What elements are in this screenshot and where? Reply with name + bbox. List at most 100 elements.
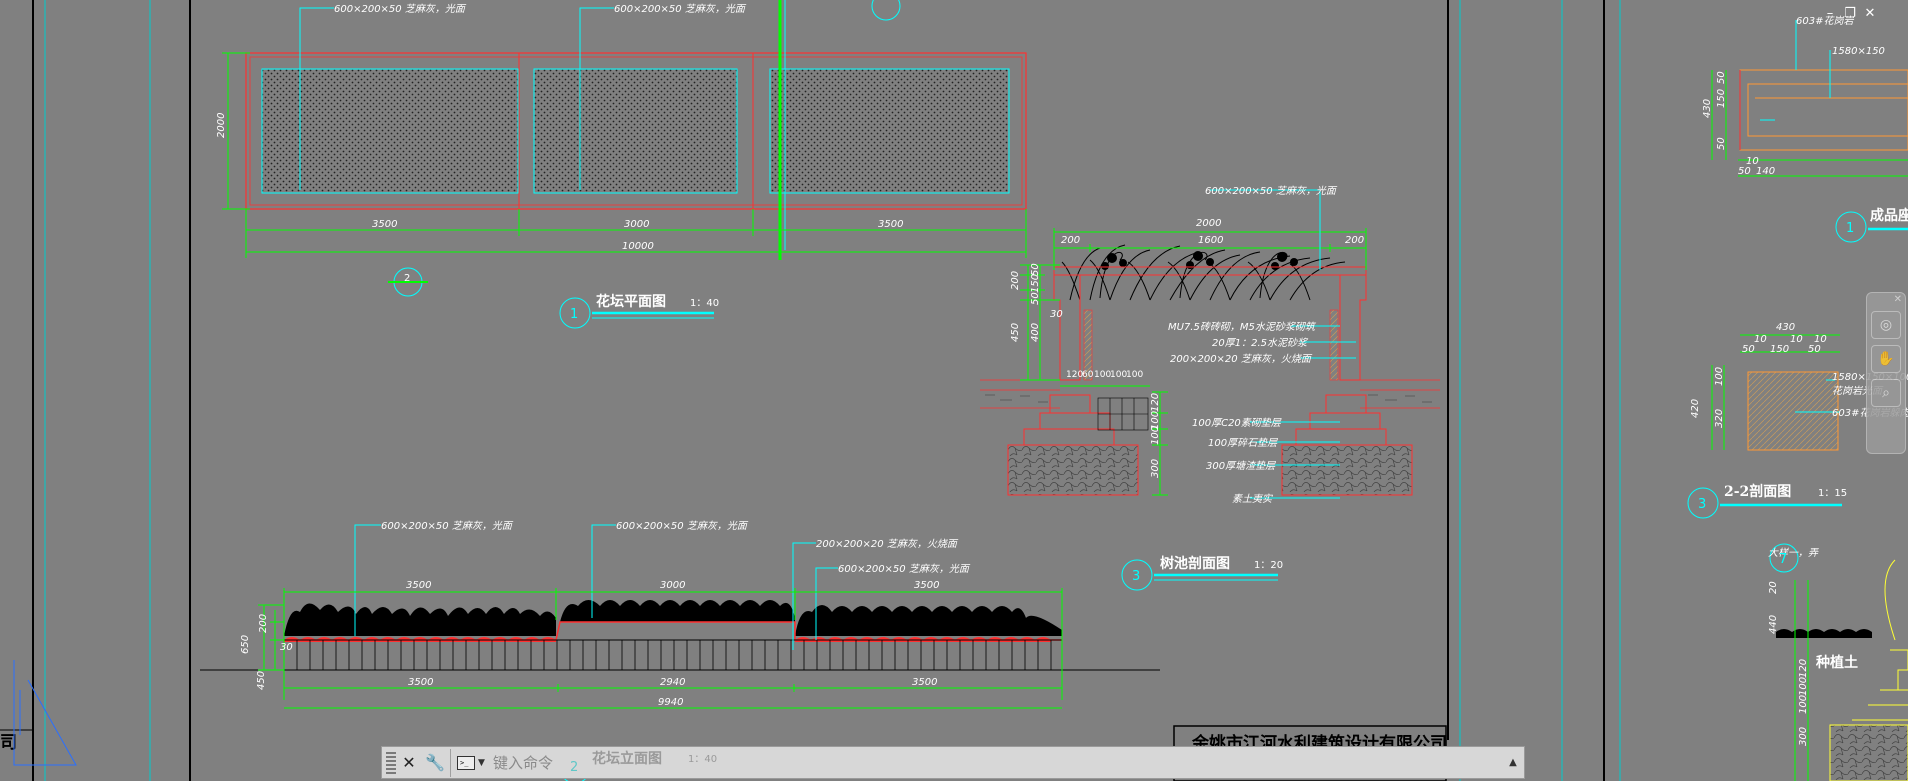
- pool-material-0: MU7.5砖砖砌，M5水泥砂浆砌筑: [1168, 321, 1317, 333]
- prompt-box-icon: >_: [457, 755, 476, 770]
- right-dim-18: 440: [1768, 615, 1779, 634]
- chevron-down-icon: ▼: [478, 757, 485, 768]
- elev-dim-left-2: 450: [256, 671, 267, 690]
- right-dim-6: 50: [1738, 166, 1751, 177]
- elev-dim-left-1: 650: [240, 635, 251, 654]
- elev-dim-left-3: 200: [258, 614, 269, 633]
- right-dim-10: 150: [1770, 344, 1789, 355]
- elev-label-2: 600×200×50 芝麻灰，光面: [616, 520, 749, 532]
- right-dim-19: 100: [1798, 695, 1809, 714]
- right-dim-7: 430: [1776, 322, 1795, 333]
- right-label-6: 种植土: [1815, 654, 1858, 671]
- pool-dim-200-right: 200: [1345, 235, 1364, 246]
- elev-dim-bottom-2: 2940: [660, 677, 685, 688]
- elev-dim-top-1: 3500: [406, 580, 431, 591]
- elev-label-3: 200×200×20 芝麻灰，火烧面: [816, 538, 959, 550]
- command-input[interactable]: [489, 748, 1502, 777]
- right-dim-1: 50: [1716, 71, 1727, 84]
- right-dim-3: 50: [1716, 137, 1727, 150]
- plan-section-mark: 2: [404, 273, 410, 284]
- pool-dim-r0: 120: [1150, 393, 1161, 412]
- navbar-close-icon[interactable]: ✕: [1894, 294, 1902, 305]
- elev-label-4: 600×200×50 芝麻灰，光面: [838, 563, 971, 575]
- right-title3-number: 3: [1698, 497, 1706, 512]
- right-title3: 2-2剖面图: [1724, 483, 1791, 500]
- right-dim-15: 100: [1714, 367, 1725, 386]
- right-label-5: 大样一，弄: [1768, 547, 1819, 559]
- elev-dim-bottom-1: 3500: [408, 677, 433, 688]
- pool-dim-b4: 100: [1126, 370, 1143, 380]
- elev-dim-bottom-3: 3500: [912, 677, 937, 688]
- steering-wheel-icon[interactable]: ◎: [1871, 311, 1901, 339]
- pool-dim-l2: 150: [1030, 274, 1041, 293]
- right-dim-0: 430: [1702, 99, 1713, 118]
- pool-material-1: 20厚1：2.5水泥砂浆: [1212, 337, 1309, 349]
- wrench-icon[interactable]: 🔧: [422, 748, 448, 778]
- right-dim-12: 50: [1808, 344, 1821, 355]
- right-dim-21: 120: [1798, 659, 1809, 678]
- pool-dim-r2: 100: [1150, 426, 1161, 445]
- flowerbed-plan-view: [222, 0, 1027, 329]
- pool-dim-l4: 450: [1010, 323, 1021, 342]
- elev-dim-total: 9940: [658, 697, 683, 708]
- pool-dim-l3: 50: [1030, 292, 1041, 305]
- pool-dim-200-left: 200: [1061, 235, 1080, 246]
- command-line-separator: [450, 748, 451, 777]
- viewport-window-controls: – ❐ ✕: [1822, 6, 1878, 22]
- plan-title-number: 1: [570, 307, 578, 322]
- tree-pool-section-view: [980, 189, 1440, 591]
- pool-top-label: 600×200×50 芝麻灰，光面: [1205, 185, 1338, 197]
- close-button[interactable]: ✕: [1862, 6, 1878, 22]
- pool-dim-l0: 200: [1010, 271, 1021, 290]
- pool-dim-b2: 100: [1094, 370, 1111, 380]
- right-dim-20: 100: [1798, 677, 1809, 696]
- pool-dim-1600: 1600: [1198, 235, 1223, 246]
- command-line-bar: ✕ 🔧 >_ ▼ ▲: [381, 746, 1525, 779]
- right-dim-9: 50: [1742, 344, 1755, 355]
- command-prompt-icon[interactable]: >_ ▼: [453, 748, 489, 778]
- right-dim-17: 20: [1768, 581, 1779, 594]
- navigation-bar[interactable]: ✕ ◎ ✋ ⌕: [1866, 292, 1906, 454]
- right-dim-14: 420: [1690, 399, 1701, 418]
- plan-dim-1: 3500: [372, 219, 397, 230]
- right-scale3: 1：15: [1818, 488, 1847, 499]
- pool-dim-2000: 2000: [1196, 218, 1221, 229]
- plan-dim-vertical: 2000: [216, 113, 227, 138]
- pool-material-6: 素土夷实: [1232, 493, 1273, 505]
- plan-dim-3: 3500: [878, 219, 903, 230]
- right-title1-number: 1: [1846, 221, 1854, 236]
- pool-material-5: 300厚塘渣垫层: [1206, 460, 1276, 472]
- pool-dim-l6: 30: [1050, 309, 1063, 320]
- minimize-button[interactable]: –: [1822, 6, 1838, 22]
- pool-title: 树池剖面图: [1160, 555, 1230, 572]
- pool-dim-b0: 120: [1066, 370, 1083, 380]
- pool-material-3: 100厚C20素砌垫层: [1192, 417, 1282, 429]
- plan-label-2: 600×200×50 芝麻灰，光面: [614, 3, 747, 15]
- plan-scale: 1：40: [690, 298, 719, 309]
- close-icon[interactable]: ✕: [396, 748, 422, 778]
- right-title1: 成品座: [1870, 207, 1908, 224]
- pool-scale: 1：20: [1254, 560, 1283, 571]
- zoom-icon[interactable]: ⌕: [1871, 379, 1901, 407]
- pool-title-number: 3: [1132, 569, 1140, 584]
- elev-dim-top-3: 3500: [914, 580, 939, 591]
- right-dim-2: 150: [1716, 89, 1727, 108]
- command-line-grip[interactable]: [386, 751, 396, 774]
- elev-label-1: 600×200×50 芝麻灰，光面: [381, 520, 514, 532]
- flowerbed-elevation-view: [200, 524, 1160, 781]
- pan-icon[interactable]: ✋: [1871, 345, 1901, 373]
- right-dim-5: 140: [1756, 166, 1775, 177]
- plan-title: 花坛平面图: [596, 293, 666, 310]
- chevron-up-icon[interactable]: ▲: [1502, 748, 1524, 778]
- cad-drawing-canvas[interactable]: 600×200×50 芝麻灰，光面 600×200×50 芝麻灰，光面 2000…: [0, 0, 1908, 781]
- right-dim-22: 300: [1798, 727, 1809, 746]
- restore-button[interactable]: ❐: [1842, 6, 1858, 22]
- right-dim-13: 10: [1790, 334, 1803, 345]
- pool-dim-l5: 400: [1030, 323, 1041, 342]
- pool-material-2: 200×200×20 芝麻灰，火烧面: [1170, 353, 1313, 365]
- plan-dim-total: 10000: [622, 241, 654, 252]
- right-dim-8: 10: [1754, 334, 1767, 345]
- right-title7-number: 7: [1779, 552, 1787, 567]
- pool-dim-b3: 100: [1110, 370, 1127, 380]
- pool-material-4: 100厚碎石垫层: [1208, 437, 1278, 449]
